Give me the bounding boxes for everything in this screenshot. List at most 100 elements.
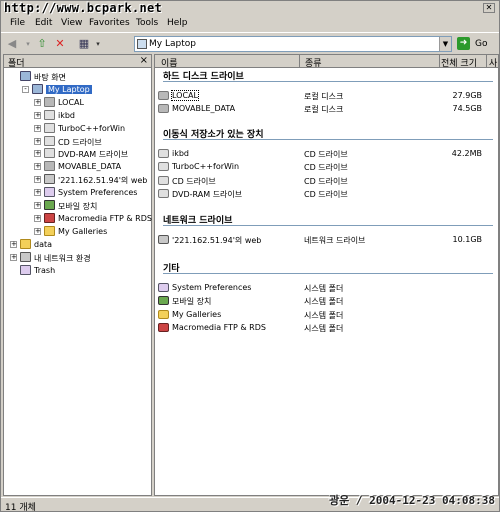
back-icon[interactable]: ◀ [5, 37, 19, 51]
hard-disk-icon [44, 96, 55, 107]
toolbar: ◀ ▾ ⇧ ✕ ▦ ▾ My Laptop ▼ ➜ Go [1, 32, 499, 54]
file-total-size: 74.5GB [452, 104, 483, 114]
menu-tools[interactable]: Tools [136, 18, 158, 28]
close-icon[interactable]: ✕ [483, 3, 495, 13]
file-name: MOVABLE_DATA [172, 104, 236, 114]
file-type: 시스템 폴더 [304, 284, 344, 293]
file-row[interactable]: DVD-RAM 드라이브 CD 드라이브 [155, 188, 498, 200]
file-row[interactable]: System Preferences 시스템 폴더 [155, 282, 498, 294]
galleries-icon [44, 225, 55, 236]
file-type: 시스템 폴더 [304, 297, 344, 307]
file-type: 시스템 폴더 [304, 310, 344, 320]
network-icon [20, 251, 31, 262]
file-name: DVD-RAM 드라이브 [172, 190, 243, 200]
system-preferences-icon [158, 283, 169, 292]
up-folder-icon[interactable]: ⇧ [35, 37, 49, 51]
expand-icon[interactable]: + [10, 253, 17, 261]
go-arrow-icon: ➜ [457, 37, 470, 50]
group-divider [163, 139, 493, 140]
group-divider [163, 273, 493, 274]
menu-view[interactable]: View [61, 18, 82, 28]
tree-item-label: My Laptop [46, 84, 92, 94]
expand-icon[interactable]: + [34, 98, 41, 106]
tree-item-label: TurboC++forWin [58, 123, 126, 133]
trash-icon [20, 264, 31, 275]
column-total-size[interactable]: 전체 크기 [441, 56, 477, 69]
cd-drive-icon [44, 135, 55, 146]
desktop-icon [20, 71, 31, 81]
tree-item-label: LOCAL [58, 97, 84, 107]
file-row[interactable]: CD 드라이브 CD 드라이브 [155, 175, 498, 187]
file-name: ikbd [172, 149, 190, 158]
delete-icon[interactable]: ✕ [53, 37, 67, 51]
folder-icon [20, 238, 31, 249]
expand-icon[interactable]: + [34, 111, 41, 119]
group-divider [163, 225, 493, 226]
tree-item-label: 바탕 화면 [34, 73, 66, 82]
tree-item-label: MOVABLE_DATA [58, 162, 122, 172]
views-dropdown-icon[interactable]: ▾ [91, 37, 105, 51]
file-name: CD 드라이브 [172, 176, 216, 186]
mobile-device-icon [44, 200, 55, 210]
column-name[interactable]: 이름 [161, 56, 178, 69]
address-bar[interactable]: My Laptop ▼ [134, 36, 452, 52]
collapse-icon[interactable]: - [22, 85, 29, 93]
menu-favorites[interactable]: Favorites [89, 18, 130, 28]
address-dropdown-icon[interactable]: ▼ [439, 37, 451, 51]
file-row[interactable]: LOCAL 로컬 디스크 27.9GB [155, 90, 498, 102]
folder-tree-panel: 폴더 × 바탕 화면 - My Laptop + LOCAL + ikbd + TurboC++… [3, 54, 152, 496]
menu-help[interactable]: Help [167, 18, 188, 28]
cd-drive-icon [158, 162, 169, 172]
watermark-url: http://www.bcpark.net [4, 1, 163, 15]
status-text: 11 개체 [5, 503, 36, 512]
file-type: CD 드라이브 [304, 163, 348, 173]
computer-icon [32, 83, 43, 94]
expand-icon[interactable]: + [10, 240, 17, 248]
group-divider [163, 81, 493, 82]
file-total-size: 42.2MB [451, 149, 482, 158]
views-icon[interactable]: ▦ [77, 37, 91, 51]
column-free-space[interactable]: 사 [489, 56, 497, 69]
column-separator [439, 55, 440, 68]
expand-icon[interactable]: + [34, 176, 41, 184]
file-row[interactable]: '221.162.51.94'의 web 네트워크 드라이브 10.1GB [155, 234, 498, 246]
macromedia-icon [158, 323, 169, 333]
folder-tree-header: 폴더 × [4, 55, 151, 69]
menu-edit[interactable]: Edit [35, 18, 52, 28]
file-row[interactable]: TurboC++forWin CD 드라이브 [155, 161, 498, 173]
file-total-size: 27.9GB [452, 91, 483, 100]
column-type[interactable]: 종류 [305, 56, 322, 69]
system-preferences-icon [44, 187, 55, 198]
expand-icon[interactable]: + [34, 214, 41, 222]
close-panel-icon[interactable]: × [140, 55, 148, 66]
dvd-drive-icon [158, 189, 169, 199]
cd-drive-icon [44, 122, 55, 133]
mobile-device-icon [158, 296, 169, 306]
expand-icon[interactable]: + [34, 189, 41, 197]
file-type: 시스템 폴더 [304, 324, 344, 334]
file-type: 네트워크 드라이브 [304, 236, 366, 245]
file-list-panel: 이름 종류 전체 크기 사 하드 디스크 드라이브 LOCAL 로컬 디스크 27.9… [154, 54, 499, 496]
address-input[interactable]: My Laptop [149, 39, 196, 49]
capture-stamp: 광운 / 2004-12-23 04:08:38 [329, 494, 495, 507]
expand-icon[interactable]: + [34, 202, 41, 209]
menu-file[interactable]: File [10, 18, 25, 28]
file-row[interactable]: My Galleries 시스템 폴더 [155, 309, 498, 321]
expand-icon[interactable]: + [34, 227, 41, 235]
file-row[interactable]: ikbd CD 드라이브 42.2MB [155, 148, 498, 160]
expand-icon[interactable]: + [34, 137, 41, 145]
file-row[interactable]: MOVABLE_DATA 로컬 디스크 74.5GB [155, 103, 498, 115]
expand-icon[interactable]: + [34, 150, 41, 158]
file-row[interactable]: Macromedia FTP & RDS 시스템 폴더 [155, 322, 498, 334]
expand-icon[interactable]: + [34, 163, 41, 171]
expand-icon[interactable]: + [34, 124, 41, 132]
file-type: CD 드라이브 [304, 190, 348, 200]
file-name: TurboC++forWin [172, 162, 240, 172]
forward-dropdown-icon[interactable]: ▾ [21, 37, 35, 51]
tree-item-label: DVD-RAM 드라이브 [58, 150, 129, 160]
hard-disk-icon [158, 104, 169, 114]
go-button[interactable]: ➜ Go [457, 36, 497, 52]
file-row[interactable]: 모바일 장치 시스템 폴더 [155, 295, 498, 307]
file-name: Macromedia FTP & RDS [172, 323, 266, 333]
tree-item-label: 모바일 장치 [58, 202, 98, 211]
